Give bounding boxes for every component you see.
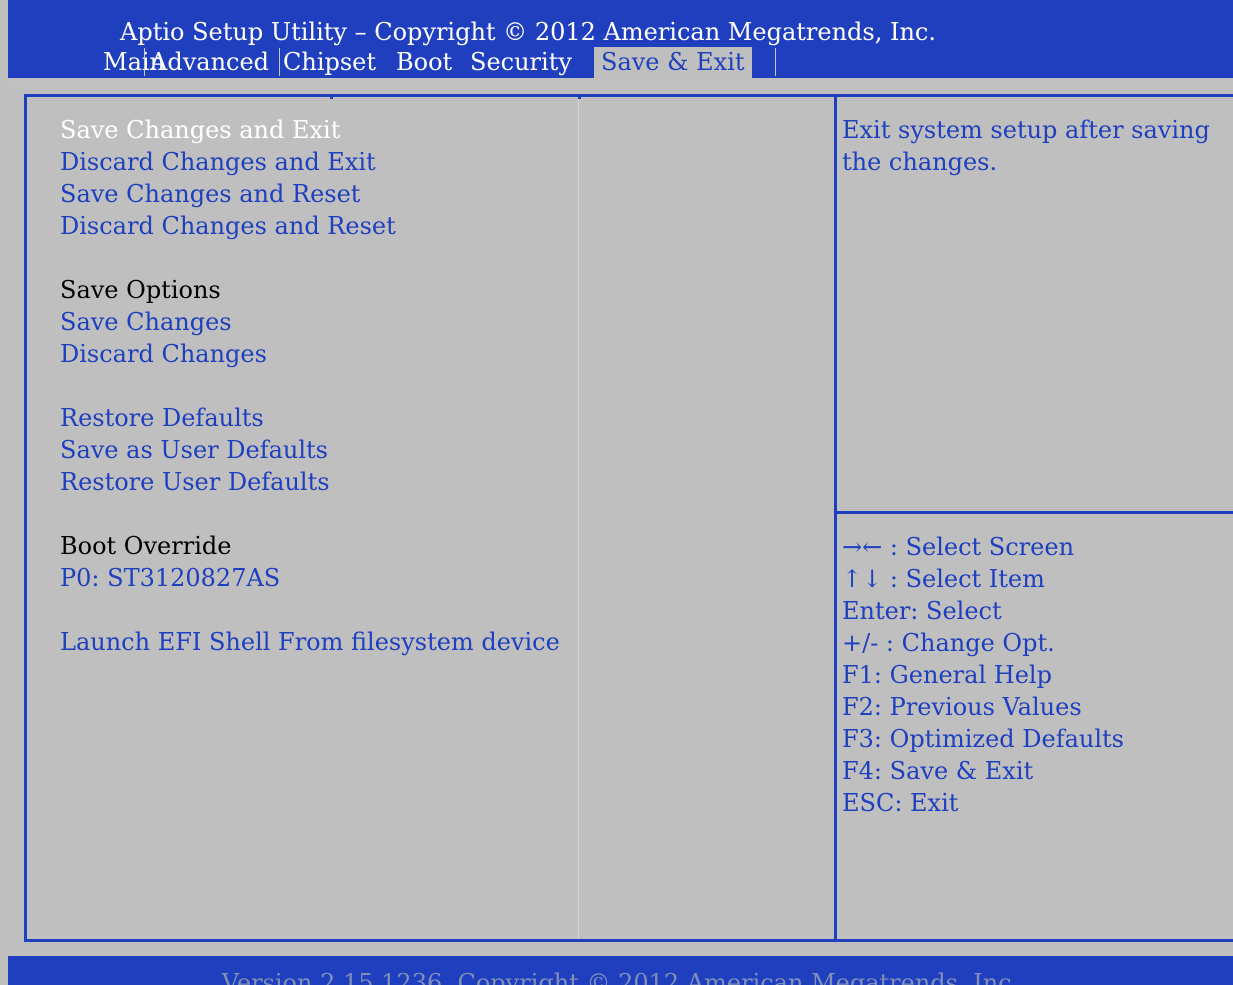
key-legend-enter: Enter: Select	[842, 597, 1002, 625]
header-bar: Aptio Setup Utility – Copyright © 2012 A…	[8, 0, 1233, 78]
panel-tick	[578, 94, 581, 99]
menu-item-discard-changes[interactable]: Discard Changes	[60, 339, 267, 369]
key-legend-select-screen: →← : Select Screen	[842, 533, 1075, 561]
menu-item-save-user-defaults[interactable]: Save as User Defaults	[60, 435, 328, 465]
tab-separator	[775, 48, 776, 76]
menu-item-launch-efi-shell[interactable]: Launch EFI Shell From filesystem device	[60, 627, 560, 657]
menu-item-discard-changes-reset[interactable]: Discard Changes and Reset	[60, 211, 396, 241]
help-text-line: the changes.	[842, 148, 998, 176]
tab-save-exit[interactable]: Save & Exit	[594, 47, 752, 78]
key-legend-general-help: F1: General Help	[842, 661, 1052, 689]
tab-underline-strip	[8, 78, 1233, 88]
key-legend-save-exit: F4: Save & Exit	[842, 757, 1034, 785]
tab-separator	[279, 48, 280, 76]
menu-item-save-changes-exit[interactable]: Save Changes and Exit	[60, 115, 340, 145]
tab-advanced[interactable]: Advanced	[150, 47, 269, 78]
app-title: Aptio Setup Utility – Copyright © 2012 A…	[120, 18, 936, 46]
menu-item-save-changes[interactable]: Save Changes	[60, 307, 232, 337]
menu-item-discard-changes-exit[interactable]: Discard Changes and Exit	[60, 147, 376, 177]
help-text-line: Exit system setup after saving	[842, 116, 1210, 144]
key-legend-previous-values: F2: Previous Values	[842, 693, 1082, 721]
panel-tick	[330, 94, 333, 99]
tab-separator	[144, 48, 145, 76]
menu-item-restore-defaults[interactable]: Restore Defaults	[60, 403, 264, 433]
tab-security[interactable]: Security	[470, 47, 572, 78]
key-legend-change-opt: +/- : Change Opt.	[842, 629, 1055, 657]
section-header-boot-override: Boot Override	[60, 532, 232, 560]
footer-version: Version 2.15.1236. Copyright © 2012 Amer…	[221, 969, 1020, 985]
footer-bar: Version 2.15.1236. Copyright © 2012 Amer…	[8, 956, 1233, 985]
key-legend-esc: ESC: Exit	[842, 789, 959, 817]
key-legend-optimized-defaults: F3: Optimized Defaults	[842, 725, 1124, 753]
menu-item-restore-user-defaults[interactable]: Restore User Defaults	[60, 467, 330, 497]
section-header-save-options: Save Options	[60, 276, 221, 304]
menu-item-save-changes-reset[interactable]: Save Changes and Reset	[60, 179, 360, 209]
tab-chipset[interactable]: Chipset	[283, 47, 376, 78]
tab-boot[interactable]: Boot	[396, 47, 452, 78]
column-divider	[578, 97, 579, 939]
menu-item-boot-device[interactable]: P0: ST3120827AS	[60, 563, 280, 593]
key-legend-select-item: ↑↓ : Select Item	[842, 565, 1045, 593]
